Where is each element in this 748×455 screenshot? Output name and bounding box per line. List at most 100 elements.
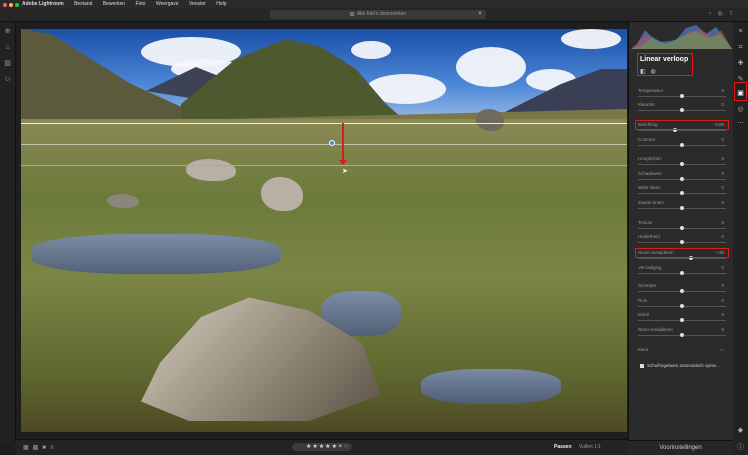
slider-value[interactable]: 0	[721, 234, 724, 239]
brush-erase-icon[interactable]: ◍	[651, 69, 661, 75]
mask-overlay-icon[interactable]: ◧	[640, 69, 651, 75]
slider-value[interactable]: 0	[721, 156, 724, 161]
gradient-pin[interactable]	[329, 140, 335, 146]
slider-knob[interactable]	[680, 289, 684, 293]
share-icon[interactable]: ⇧	[729, 11, 740, 17]
slider-knob[interactable]	[680, 162, 684, 166]
color-swatch-icon[interactable]: ▭	[720, 347, 724, 353]
slider-value[interactable]: 0	[721, 327, 724, 332]
sort-icon[interactable]: ≡	[50, 445, 58, 451]
rock	[476, 109, 504, 131]
slider-knob[interactable]	[680, 333, 684, 337]
home-icon[interactable]: ⌂	[4, 44, 11, 51]
view-mode-icons[interactable]: ▦▩■≡	[23, 444, 57, 451]
slider-knob[interactable]	[680, 226, 684, 230]
slider-textuur[interactable]: Textuur 0	[638, 220, 726, 232]
slider-hooglichten[interactable]: Hooglichten 0	[638, 156, 726, 168]
slider-value[interactable]: 0	[721, 265, 724, 270]
slider-track[interactable]	[638, 130, 726, 131]
slider-contrast[interactable]: Contrast 0	[638, 137, 726, 149]
menu-venster[interactable]: Venster	[189, 1, 206, 7]
radial-gradient-icon[interactable]: ◎	[737, 106, 744, 113]
app-menu[interactable]: Adobe Lightroom	[22, 1, 64, 7]
healing-icon[interactable]: ✚	[737, 60, 744, 67]
slider-knob[interactable]	[680, 108, 684, 112]
flag-icons[interactable]: ⚑ ⚐	[338, 443, 348, 451]
square-grid-icon[interactable]: ▩	[33, 445, 43, 451]
slider-knob[interactable]	[680, 318, 684, 322]
edit-panel: Linear verloop ◧◍ Temperatuur 0 Kleurtint 0…	[628, 22, 733, 455]
info-icon[interactable]: ⓘ	[737, 444, 744, 451]
photo-canvas[interactable]: ➤	[21, 29, 627, 432]
slider-label: Moiré	[638, 312, 650, 317]
auto-reset-checkbox[interactable]: Schuifregelaars automatisch opnie...	[640, 363, 720, 368]
slider-value[interactable]: 0	[721, 312, 724, 317]
menu-help[interactable]: Help	[216, 1, 226, 7]
fill-button[interactable]: Vullen	[579, 444, 593, 450]
library-icon[interactable]: ▥	[4, 60, 11, 67]
search-input[interactable]: Alle foto's doorzoeken	[270, 10, 486, 19]
close-window-button[interactable]	[3, 3, 7, 7]
slider-value[interactable]: 0	[721, 88, 724, 93]
crop-icon[interactable]: ⌗	[737, 44, 744, 51]
slider-zwarte-tinten[interactable]: Zwarte tinten 0	[638, 200, 726, 212]
menu-bewerken[interactable]: Bewerken	[103, 1, 125, 7]
slider-temperatuur[interactable]: Temperatuur 0	[638, 88, 726, 100]
slider-value[interactable]: 0	[721, 171, 724, 176]
slider-highlight	[635, 248, 729, 258]
tag-icon[interactable]: ◆	[737, 427, 744, 434]
slider-knob[interactable]	[680, 143, 684, 147]
gradient-line-top[interactable]	[21, 123, 627, 124]
slider-verzadiging[interactable]: Verzadiging 0	[638, 265, 726, 277]
slider-value[interactable]: 0	[721, 137, 724, 142]
edit-icon[interactable]: ≡	[737, 28, 744, 35]
more-icon[interactable]: ⋯	[737, 120, 744, 127]
slider-value[interactable]: 0	[721, 283, 724, 288]
water-pool	[421, 369, 561, 404]
slider-moir-[interactable]: Moiré 0	[638, 312, 726, 324]
slider-value[interactable]: 0	[721, 185, 724, 190]
slider-value[interactable]: 0	[721, 298, 724, 303]
gradient-line-bottom[interactable]	[21, 165, 627, 166]
slider-knob[interactable]	[680, 177, 684, 181]
slider-track[interactable]	[638, 258, 726, 259]
grid-view-icon[interactable]: ▦	[23, 445, 33, 451]
slider-knob[interactable]	[680, 206, 684, 210]
fit-button[interactable]: Passen	[554, 444, 572, 450]
slider-kleurtint[interactable]: Kleurtint 0	[638, 102, 726, 114]
slider-knob[interactable]	[680, 94, 684, 98]
slider-knob[interactable]	[680, 240, 684, 244]
slider-knob[interactable]	[680, 304, 684, 308]
one-to-one-button[interactable]: 1:1	[594, 444, 601, 450]
slider-value[interactable]: 0	[721, 220, 724, 225]
slider-schaduwen[interactable]: Schaduwen 0	[638, 171, 726, 183]
people-icon[interactable]: ☺	[4, 76, 11, 83]
checkbox-icon[interactable]	[640, 363, 644, 368]
rock	[107, 194, 139, 208]
slider-helderheid[interactable]: Helderheid 0	[638, 234, 726, 246]
presets-button[interactable]: Voorinstellingen	[628, 440, 733, 455]
menu-weergave[interactable]: Weergave	[156, 1, 179, 7]
slider-value[interactable]: 0	[721, 200, 724, 205]
color-row[interactable]: Kleur ▭	[638, 347, 726, 359]
add-photo-icon[interactable]: ⊕	[4, 28, 11, 35]
slider-value[interactable]: 0	[721, 102, 724, 107]
gradient-line-center[interactable]	[21, 144, 627, 145]
menu-bestand[interactable]: Bestand	[74, 1, 92, 7]
slider-witte-tinten[interactable]: Witte tinten 0	[638, 185, 726, 197]
help-icon[interactable]: ◍	[718, 11, 729, 17]
menu-foto[interactable]: Foto	[135, 1, 145, 7]
slider-ruis[interactable]: Ruis 0	[638, 298, 726, 310]
slider-label: Witte tinten	[638, 185, 661, 190]
slider-rand-verwijderen[interactable]: Rand verwijderen 0	[638, 327, 726, 339]
minimize-window-button[interactable]	[9, 3, 13, 7]
rock	[261, 177, 303, 211]
zoom-window-button[interactable]	[15, 3, 19, 7]
slider-scherpte[interactable]: Scherpte 0	[638, 283, 726, 295]
detail-view-icon[interactable]: ■	[42, 445, 50, 451]
sync-icon[interactable]: ◔	[708, 11, 718, 17]
search-icon	[349, 11, 354, 16]
slider-knob[interactable]	[680, 191, 684, 195]
slider-knob[interactable]	[680, 271, 684, 275]
filter-icon[interactable]: ▼	[477, 11, 483, 17]
